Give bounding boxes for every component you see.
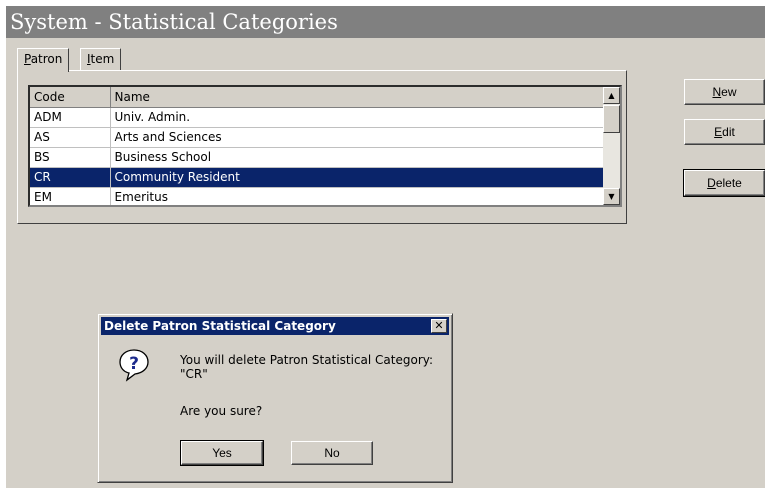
dialog-title: Delete Patron Statistical Category: [104, 319, 336, 333]
cell-name: Univ. Admin.: [110, 107, 616, 128]
dialog-message-line1: You will delete Patron Statistical Categ…: [180, 353, 434, 367]
table-row[interactable]: ADM Univ. Admin.: [30, 107, 616, 128]
dialog-question: Are you sure?: [180, 404, 263, 418]
dialog-title-bar: Delete Patron Statistical Category ✕: [101, 317, 449, 335]
cell-code: ADM: [30, 107, 111, 128]
categories-grid[interactable]: Code Name ADM Univ. Admin. AS Arts and S…: [28, 85, 622, 207]
tab-patron[interactable]: Patron: [17, 48, 70, 72]
vertical-scrollbar[interactable]: ▲ ▼: [603, 87, 620, 205]
close-icon[interactable]: ✕: [431, 319, 447, 333]
table-row[interactable]: BS Business School: [30, 147, 616, 168]
delete-confirm-dialog: Delete Patron Statistical Category ✕ ? Y…: [97, 313, 453, 483]
cell-name: Emeritus: [110, 187, 616, 205]
scroll-thumb[interactable]: [603, 105, 620, 133]
dialog-message-line2: "CR": [180, 367, 208, 381]
cell-code: AS: [30, 127, 111, 148]
svg-text:?: ?: [129, 354, 139, 374]
cell-name: Arts and Sciences: [110, 127, 616, 148]
table-row-selected[interactable]: CR Community Resident: [30, 167, 616, 188]
question-icon: ?: [119, 349, 149, 382]
table-row[interactable]: AS Arts and Sciences: [30, 127, 616, 148]
column-header-code[interactable]: Code: [30, 87, 111, 108]
column-header-name[interactable]: Name: [110, 87, 616, 108]
yes-button[interactable]: Yes: [180, 440, 264, 466]
cell-name: Business School: [110, 147, 616, 168]
scroll-down-icon[interactable]: ▼: [603, 188, 620, 205]
new-button[interactable]: New: [684, 79, 765, 105]
cell-name: Community Resident: [110, 167, 616, 188]
delete-button[interactable]: Delete: [683, 169, 765, 197]
scroll-up-icon[interactable]: ▲: [603, 87, 620, 104]
grid-header: Code Name: [30, 87, 616, 108]
cell-code: BS: [30, 147, 111, 168]
window-title: System - Statistical Categories: [6, 6, 765, 38]
tab-item[interactable]: Item: [80, 48, 122, 70]
edit-button[interactable]: Edit: [684, 119, 765, 145]
cell-code: EM: [30, 187, 111, 205]
table-row[interactable]: EM Emeritus: [30, 187, 616, 205]
no-button[interactable]: No: [291, 441, 373, 465]
cell-code: CR: [30, 167, 111, 188]
